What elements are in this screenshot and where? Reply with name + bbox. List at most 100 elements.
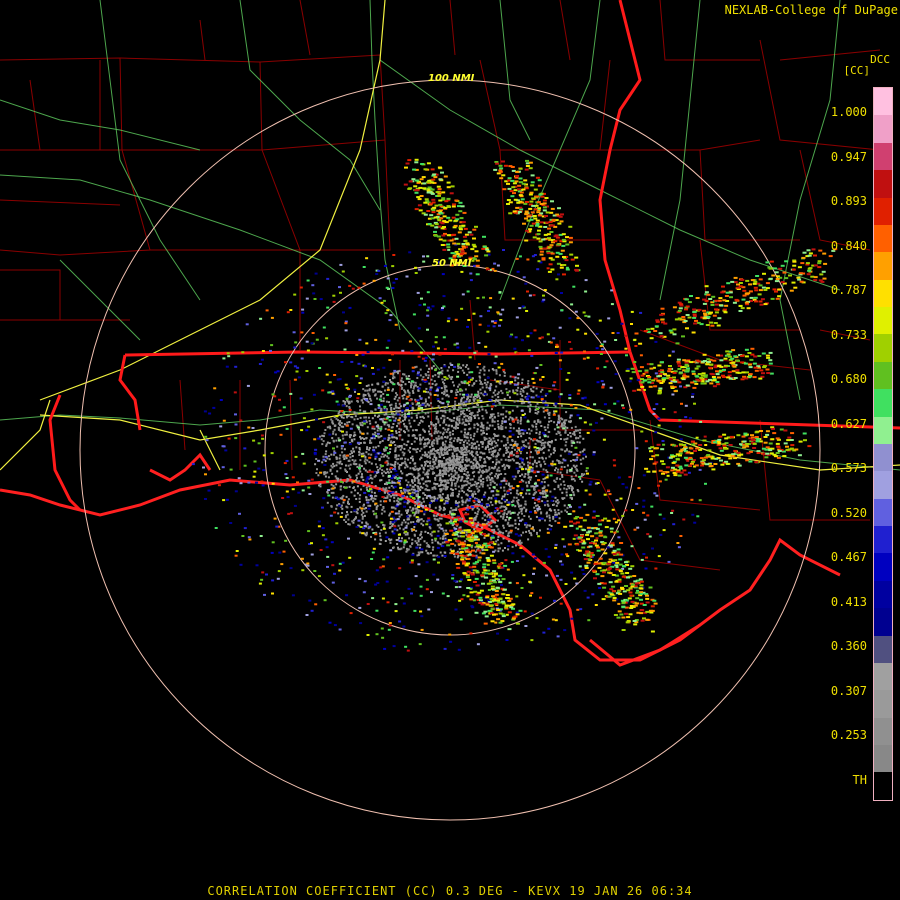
echo-pixel bbox=[568, 394, 572, 396]
echo-pixel bbox=[443, 456, 445, 459]
echo-pixel bbox=[439, 424, 442, 427]
echo-pixel bbox=[477, 444, 480, 447]
echo-pixel bbox=[297, 376, 301, 379]
echo-pixel bbox=[516, 393, 519, 396]
echo-pixel bbox=[427, 473, 430, 475]
echo-pixel bbox=[574, 446, 578, 449]
echo-pixel bbox=[678, 425, 682, 428]
echo-pixel bbox=[610, 303, 614, 306]
echo-pixel bbox=[386, 470, 389, 473]
echo-pixel bbox=[399, 405, 402, 408]
echo-pixel bbox=[427, 396, 430, 399]
echo-pixel bbox=[466, 290, 470, 293]
echo-pixel bbox=[419, 489, 422, 491]
echo-pixel bbox=[549, 474, 553, 477]
echo-pixel bbox=[581, 480, 584, 483]
echo-pixel bbox=[397, 454, 400, 457]
echo-pixel bbox=[560, 553, 564, 556]
echo-pixel bbox=[392, 468, 396, 471]
echo-pixel bbox=[348, 435, 351, 438]
echo-pixel bbox=[247, 481, 251, 484]
echo-pixel bbox=[452, 454, 455, 457]
echo-pixel bbox=[684, 404, 688, 407]
echo-pixel bbox=[306, 562, 310, 565]
echo-pixel bbox=[460, 487, 463, 490]
echo-pixel bbox=[545, 512, 548, 515]
echo-pixel bbox=[356, 485, 359, 488]
echo-pixel bbox=[437, 430, 440, 433]
echo-pixel bbox=[458, 490, 461, 493]
echo-pixel bbox=[458, 421, 461, 424]
echo-pixel bbox=[682, 518, 686, 521]
echo-pixel bbox=[433, 486, 436, 489]
echo-pixel bbox=[379, 566, 383, 569]
echo-pixel bbox=[375, 446, 377, 449]
echo-pixel bbox=[424, 356, 428, 359]
echo-pixel bbox=[427, 519, 431, 522]
echo-pixel bbox=[356, 508, 359, 511]
echo-pixel bbox=[466, 408, 468, 411]
echo-pixel bbox=[398, 396, 401, 399]
echo-pixel bbox=[284, 473, 288, 476]
echo-pixel bbox=[324, 475, 327, 478]
echo-pixel bbox=[454, 586, 458, 589]
echo-pixel bbox=[515, 582, 519, 585]
echo-pixel bbox=[412, 528, 415, 531]
echo-pixel bbox=[405, 377, 409, 380]
echo-pixel bbox=[368, 420, 371, 422]
echo-pixel bbox=[347, 537, 350, 540]
echo-pixel bbox=[362, 511, 365, 514]
echo-pixel bbox=[520, 459, 524, 462]
echo-pixel bbox=[511, 511, 515, 514]
echo-pixel bbox=[545, 392, 549, 395]
echo-pixel bbox=[559, 461, 562, 464]
echo-pixel bbox=[514, 383, 518, 386]
echo-pixel bbox=[516, 485, 520, 487]
echo-pixel bbox=[519, 452, 522, 455]
echo-pixel bbox=[474, 542, 478, 544]
echo-pixel bbox=[340, 422, 343, 425]
echo-pixel bbox=[523, 475, 526, 478]
echo-pixel bbox=[457, 485, 460, 488]
echo-pixel bbox=[514, 379, 517, 382]
echo-pixel bbox=[321, 506, 324, 509]
echo-pixel bbox=[523, 429, 527, 432]
echo-pixel bbox=[281, 497, 285, 499]
echo-pixel bbox=[371, 425, 375, 428]
echo-pixel bbox=[407, 434, 410, 437]
echo-pixel bbox=[576, 441, 579, 444]
echo-pixel bbox=[671, 350, 675, 353]
echo-pixel bbox=[423, 461, 426, 463]
echo-pixel bbox=[547, 627, 551, 630]
echo-pixel bbox=[305, 370, 309, 372]
echo-pixel bbox=[389, 463, 392, 466]
echo-pixel bbox=[642, 499, 646, 502]
echo-pixel bbox=[551, 460, 554, 463]
echo-pixel bbox=[369, 422, 372, 425]
echo-pixel bbox=[417, 407, 421, 410]
echo-pixel bbox=[527, 382, 530, 385]
echo-pixel bbox=[570, 303, 574, 306]
echo-pixel bbox=[393, 397, 396, 400]
echo-pixel bbox=[507, 510, 510, 513]
echo-pixel bbox=[392, 474, 396, 477]
echo-pixel bbox=[451, 381, 454, 384]
echo-pixel bbox=[275, 525, 279, 528]
echo-pixel bbox=[385, 286, 389, 289]
echo-pixel bbox=[365, 342, 369, 345]
echo-pixel bbox=[450, 484, 453, 487]
echo-pixel bbox=[317, 437, 321, 440]
echo-pixel bbox=[374, 455, 378, 458]
echo-pixel bbox=[447, 317, 451, 320]
echo-pixel bbox=[394, 603, 398, 606]
echo-pixel bbox=[260, 578, 264, 581]
echo-pixel bbox=[548, 411, 551, 414]
echo-pixel bbox=[393, 525, 397, 528]
echo-pixel bbox=[504, 493, 506, 496]
echo-pixel bbox=[363, 580, 367, 583]
echo-pixel bbox=[375, 508, 378, 511]
echo-pixel bbox=[542, 298, 546, 301]
echo-pixel bbox=[615, 499, 619, 502]
echo-pixel bbox=[474, 550, 477, 553]
echo-pixel bbox=[421, 403, 425, 406]
